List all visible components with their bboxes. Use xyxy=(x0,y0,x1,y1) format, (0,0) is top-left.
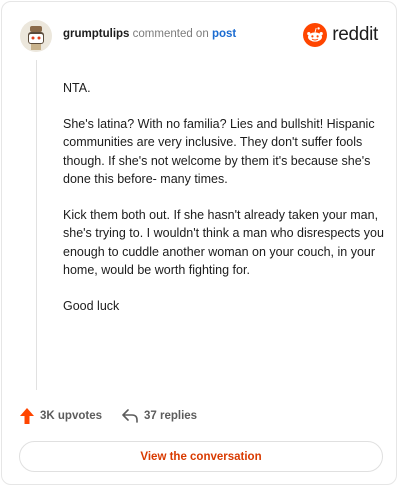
reply-label: 37 replies xyxy=(144,410,198,422)
comment-header: grumptulips commented on post reddit xyxy=(20,20,378,52)
upvote-label: 3K upvotes xyxy=(40,410,102,422)
comment-paragraph: NTA. xyxy=(63,81,91,95)
reddit-brand[interactable]: reddit xyxy=(303,22,378,48)
comment-meta: grumptulips commented on post xyxy=(63,28,236,40)
user-avatar[interactable] xyxy=(20,20,52,52)
snoo-avatar-icon xyxy=(20,20,52,52)
view-conversation-button[interactable]: View the conversation xyxy=(19,441,383,472)
reply-arrow-icon xyxy=(122,409,138,423)
comment-paragraph: Good luck xyxy=(63,298,120,313)
comment-card: grumptulips commented on post reddit NTA… xyxy=(1,1,397,485)
brand-name: reddit xyxy=(332,24,378,45)
comment-stats: 3K upvotes 37 replies xyxy=(20,406,217,426)
reddit-logo-icon xyxy=(303,23,328,47)
action-text: commented on xyxy=(132,28,209,40)
upvote-count[interactable]: 3K upvotes xyxy=(20,408,102,424)
comment-body: NTA. She's latina? With no familia? Lies… xyxy=(63,79,385,332)
upvote-arrow-icon xyxy=(20,408,34,424)
comment-paragraph: Kick them both out. If she hasn't alread… xyxy=(63,207,384,278)
thread-line xyxy=(36,60,37,390)
post-link[interactable]: post xyxy=(212,28,236,40)
comment-paragraph: She's latina? With no familia? Lies and … xyxy=(63,116,375,187)
username-link[interactable]: grumptulips xyxy=(63,28,129,40)
reply-count[interactable]: 37 replies xyxy=(122,409,197,423)
